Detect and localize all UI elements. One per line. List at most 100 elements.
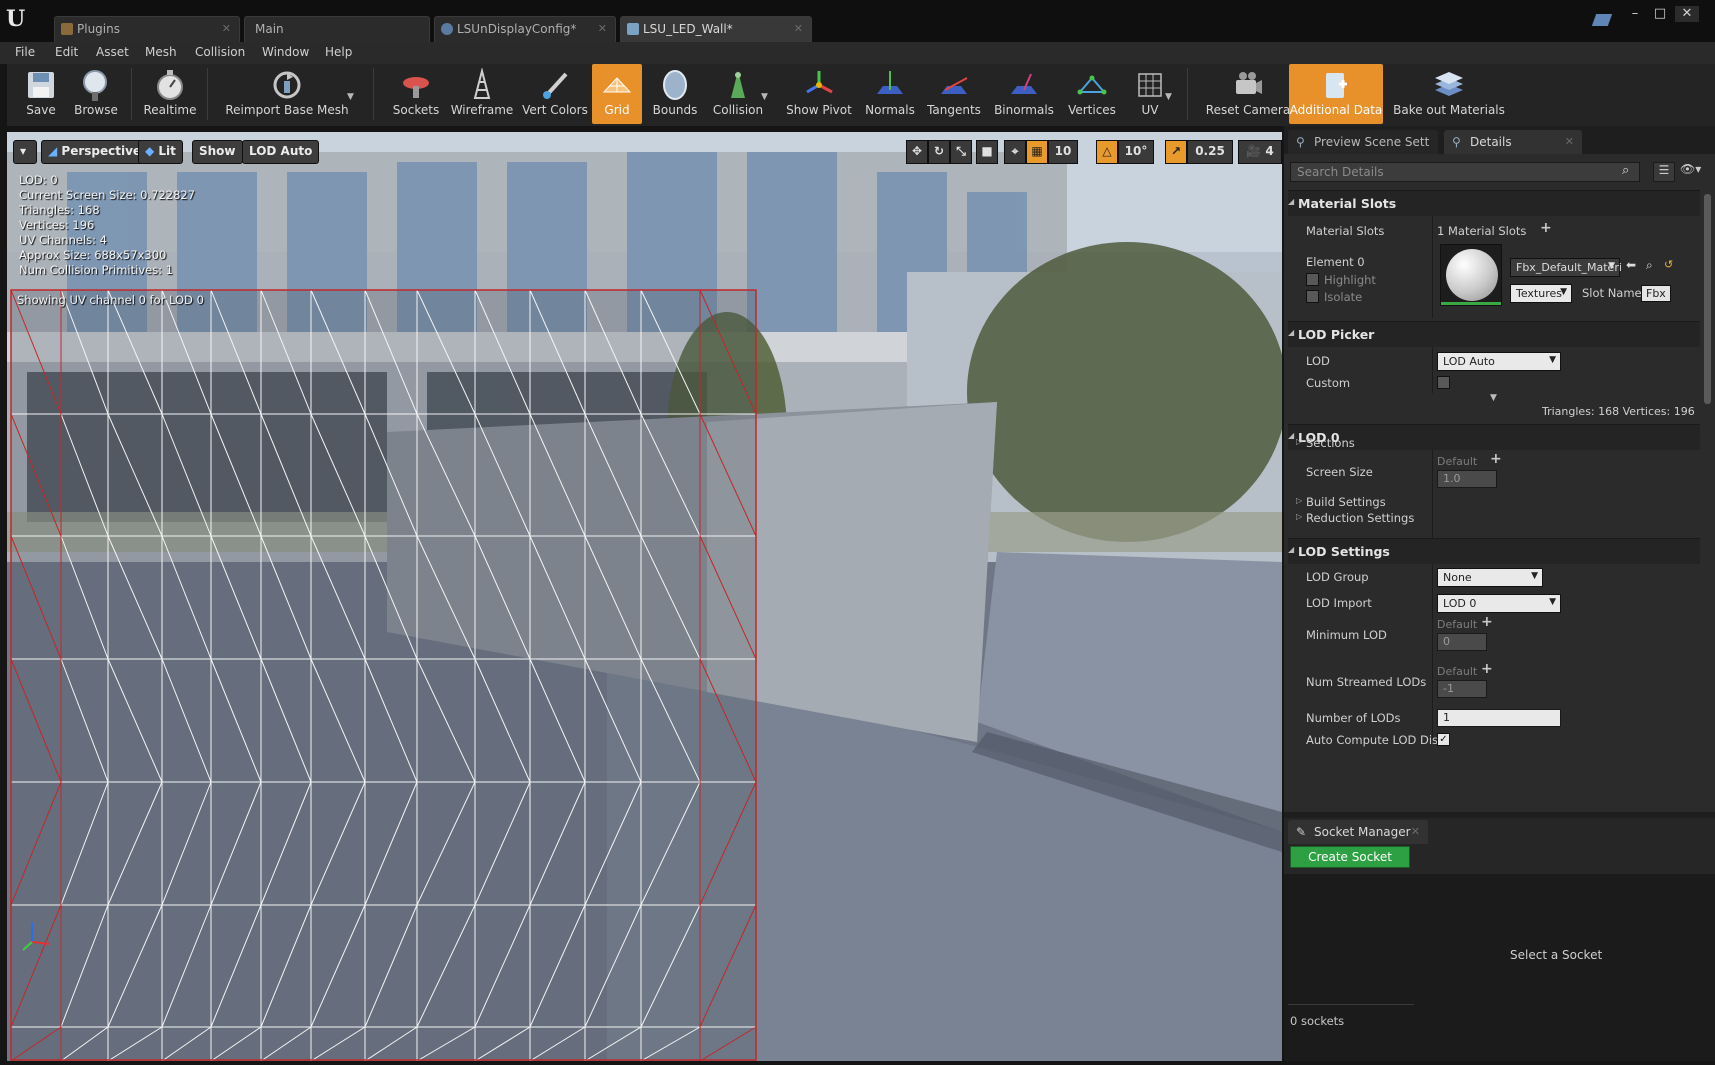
- close-button[interactable]: ✕: [1675, 6, 1699, 22]
- menu-edit[interactable]: Edit: [55, 45, 78, 59]
- material-picker[interactable]: Fbx_Default_Materi ▼: [1510, 258, 1622, 277]
- bake-out-materials-button[interactable]: Bake out Materials: [1389, 64, 1509, 124]
- vertices-button[interactable]: Vertices: [1059, 64, 1125, 124]
- reset-camera-button[interactable]: Reset Camera: [1203, 64, 1293, 124]
- minimum-lod-field[interactable]: 0: [1437, 633, 1487, 651]
- bounds-button[interactable]: Bounds: [645, 64, 705, 124]
- material-slots-category[interactable]: Material Slots: [1288, 190, 1700, 216]
- view-options-icon[interactable]: ☰: [1653, 162, 1675, 182]
- create-socket-button[interactable]: Create Socket: [1290, 846, 1410, 868]
- stat-lod: LOD: 0: [19, 173, 58, 187]
- add-platform-override-icon[interactable]: +: [1490, 451, 1502, 467]
- show-button[interactable]: Show: [192, 140, 243, 164]
- tab-lsu-led-wall[interactable]: LSU_LED_Wall* ✕: [620, 16, 812, 42]
- sections-row[interactable]: Sections: [1296, 436, 1355, 450]
- uv-dropdown-icon[interactable]: ▼: [1165, 92, 1172, 102]
- expand-more-icon[interactable]: ▼: [1490, 393, 1497, 403]
- lod-dropdown[interactable]: LOD Auto ▼: [1437, 352, 1561, 371]
- rotate-icon[interactable]: ↻: [928, 140, 950, 164]
- slot-name-field[interactable]: Fbx: [1641, 285, 1671, 302]
- sockets-button[interactable]: Sockets: [383, 64, 449, 124]
- add-streamed-override-icon[interactable]: +: [1481, 661, 1493, 677]
- material-thumbnail[interactable]: [1440, 244, 1502, 306]
- maximize-button[interactable]: □: [1648, 6, 1672, 22]
- tab-lsundisplayconfig[interactable]: LSUnDisplayConfig* ✕: [434, 16, 616, 42]
- world-local-icon[interactable]: ■: [976, 140, 998, 164]
- reset-to-default-icon[interactable]: ↺: [1664, 258, 1673, 271]
- reimport-base-mesh-button[interactable]: Reimport Base Mesh: [217, 64, 357, 124]
- collision-dropdown-icon[interactable]: ▼: [761, 92, 768, 102]
- lod-group-dropdown[interactable]: None ▼: [1437, 568, 1543, 587]
- scale-snap-value[interactable]: 0.25: [1187, 140, 1233, 164]
- browse-button[interactable]: Browse: [61, 64, 131, 124]
- tab-label: Preview Scene Sett: [1314, 135, 1430, 149]
- menu-mesh[interactable]: Mesh: [145, 45, 177, 59]
- menu-file[interactable]: File: [15, 45, 35, 59]
- lod-picker-category[interactable]: LOD Picker: [1288, 321, 1700, 347]
- close-icon[interactable]: ✕: [794, 22, 803, 35]
- show-pivot-button[interactable]: Show Pivot: [779, 64, 859, 124]
- tab-preview-scene-settings[interactable]: ⚲ Preview Scene Sett: [1288, 130, 1438, 154]
- menu-window[interactable]: Window: [262, 45, 309, 59]
- isolate-checkbox[interactable]: [1306, 290, 1319, 303]
- perspective-button[interactable]: ◢ Perspective: [41, 140, 149, 164]
- build-settings-row[interactable]: Build Settings: [1296, 495, 1386, 509]
- lod-auto-button[interactable]: LOD Auto: [242, 140, 320, 164]
- search-input[interactable]: Search Details: [1290, 162, 1640, 182]
- lod-import-dropdown[interactable]: LOD 0 ▼: [1437, 594, 1561, 613]
- textures-dropdown[interactable]: Textures ▼: [1510, 284, 1572, 303]
- feedback-icon[interactable]: [1591, 14, 1613, 26]
- tab-main[interactable]: Main: [244, 16, 430, 42]
- lit-button[interactable]: ◆ Lit: [138, 140, 183, 164]
- grid-icon: [602, 77, 632, 93]
- screen-size-field[interactable]: 1.0: [1437, 470, 1497, 488]
- auto-compute-lod-checkbox[interactable]: ✓: [1437, 733, 1450, 746]
- additional-data-button[interactable]: Additional Data: [1289, 64, 1383, 124]
- grid-snap-icon[interactable]: ▦: [1026, 140, 1048, 164]
- custom-checkbox[interactable]: [1437, 376, 1450, 389]
- tab-plugins[interactable]: Plugins ✕: [54, 16, 240, 42]
- lod-import-label: LOD Import: [1306, 596, 1372, 610]
- tab-details[interactable]: ⚲ Details ✕: [1444, 130, 1582, 154]
- vert-colors-button[interactable]: Vert Colors: [515, 64, 595, 124]
- mesh-viewport[interactable]: ▾ ◢ Perspective ◆ Lit Show LOD Auto ✥ ↻ …: [7, 132, 1282, 1061]
- close-icon[interactable]: ✕: [1565, 135, 1574, 148]
- translate-icon[interactable]: ✥: [906, 140, 928, 164]
- socket-list[interactable]: Select a Socket 0 sockets: [1284, 874, 1715, 1061]
- scale-icon[interactable]: ⤡: [950, 140, 972, 164]
- tangents-button[interactable]: Tangents: [921, 64, 987, 124]
- use-selected-arrow-icon[interactable]: ⬅: [1626, 258, 1636, 272]
- browse-magnifier-icon[interactable]: ⌕: [1646, 258, 1653, 273]
- grid-snap-value[interactable]: 10: [1048, 140, 1078, 164]
- menu-asset[interactable]: Asset: [96, 45, 129, 59]
- add-material-slot-icon[interactable]: +: [1540, 220, 1552, 236]
- close-icon[interactable]: ✕: [222, 22, 231, 35]
- details-scrollbar[interactable]: [1704, 194, 1711, 404]
- lod-settings-category[interactable]: LOD Settings: [1288, 538, 1700, 564]
- menu-collision[interactable]: Collision: [195, 45, 245, 59]
- rotation-snap-value[interactable]: 10°: [1118, 140, 1154, 164]
- realtime-button[interactable]: Realtime: [135, 64, 205, 124]
- binormals-button[interactable]: Binormals: [989, 64, 1059, 124]
- menu-help[interactable]: Help: [325, 45, 352, 59]
- scale-snap-icon[interactable]: ↗: [1165, 140, 1187, 164]
- viewport-options-dropdown[interactable]: ▾: [13, 140, 37, 164]
- reduction-settings-row[interactable]: Reduction Settings: [1296, 511, 1414, 525]
- close-icon[interactable]: ✕: [598, 22, 607, 35]
- minimize-button[interactable]: –: [1623, 6, 1647, 22]
- reimport-dropdown-icon[interactable]: ▼: [347, 92, 354, 102]
- add-min-lod-override-icon[interactable]: +: [1481, 614, 1493, 630]
- wireframe-button[interactable]: Wireframe: [449, 64, 515, 124]
- tab-socket-manager[interactable]: ✎ Socket Manager ✕: [1288, 820, 1428, 844]
- surface-snap-icon[interactable]: ⌖: [1004, 140, 1026, 164]
- num-streamed-lods-field[interactable]: -1: [1437, 680, 1487, 698]
- grid-button[interactable]: Grid: [592, 64, 642, 124]
- eye-icon[interactable]: 👁▾: [1680, 162, 1701, 176]
- rotation-snap-icon[interactable]: △: [1096, 140, 1118, 164]
- camera-speed-button[interactable]: 🎥 4: [1238, 140, 1282, 164]
- highlight-checkbox[interactable]: [1306, 273, 1319, 286]
- normals-button[interactable]: Normals: [859, 64, 921, 124]
- close-icon[interactable]: ✕: [1411, 825, 1420, 838]
- number-of-lods-field[interactable]: 1: [1437, 709, 1561, 727]
- config-icon: [441, 23, 453, 35]
